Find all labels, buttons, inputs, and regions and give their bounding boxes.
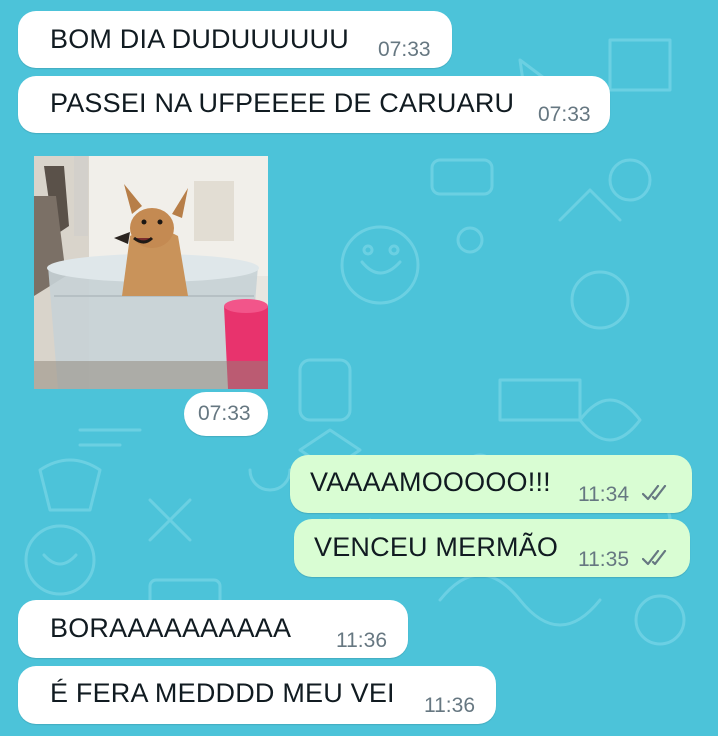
message-time: 11:34 xyxy=(578,483,629,506)
message-text: PASSEI NA UFPEEEE DE CARUARU xyxy=(50,88,515,118)
message-time: 11:36 xyxy=(424,694,475,717)
message-bubble-outgoing[interactable]: VAAAAMOOOOO!!! 11:34 xyxy=(290,455,692,513)
message-text: BOM DIA DUDUUUUUU xyxy=(50,24,349,54)
image-time-pill: 07:33 xyxy=(184,392,268,436)
message-bubble-incoming[interactable]: É FERA MEDDDD MEU VEI 11:36 xyxy=(18,666,496,724)
double-check-icon xyxy=(642,550,667,566)
message-text: É FERA MEDDDD MEU VEI xyxy=(50,678,395,708)
message-text: VENCEU MERMÃO xyxy=(314,532,559,562)
message-text: BORAAAAAAAAAA xyxy=(50,613,292,643)
message-bubble-incoming[interactable]: BOM DIA DUDUUUUUU 07:33 xyxy=(18,11,452,68)
message-time: 07:33 xyxy=(538,103,591,126)
message-time: 07:33 xyxy=(378,38,431,61)
message-bubble-outgoing[interactable]: VENCEU MERMÃO 11:35 xyxy=(294,519,690,577)
message-time: 11:35 xyxy=(578,548,629,571)
message-bubble-incoming[interactable]: PASSEI NA UFPEEEE DE CARUARU 07:33 xyxy=(18,76,610,133)
double-check-icon xyxy=(642,485,667,501)
message-time: 07:33 xyxy=(198,402,251,425)
message-time: 11:36 xyxy=(336,629,387,652)
message-text: VAAAAMOOOOO!!! xyxy=(310,467,551,497)
message-bubble-incoming[interactable]: BORAAAAAAAAAA 11:36 xyxy=(18,600,408,658)
dog-in-tub-photo[interactable] xyxy=(34,156,268,389)
